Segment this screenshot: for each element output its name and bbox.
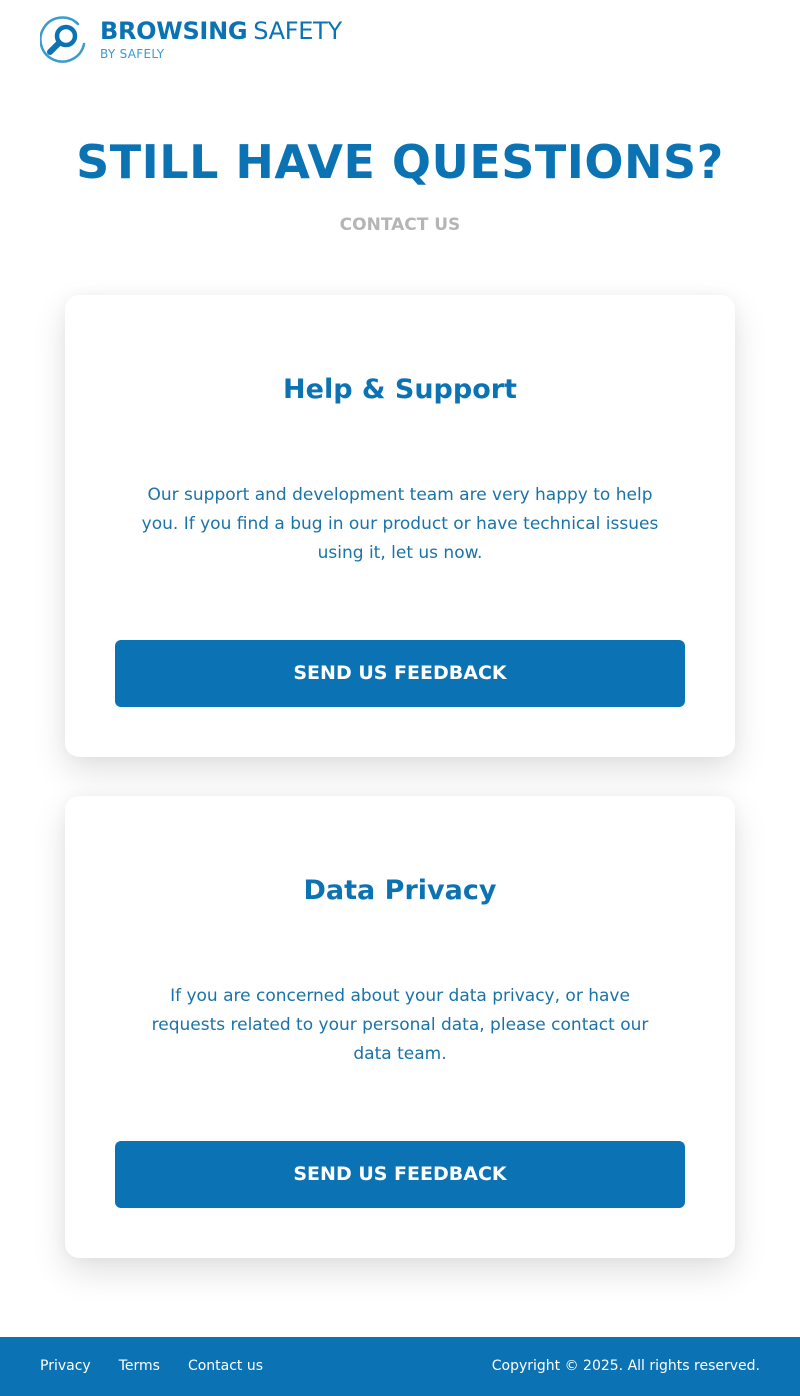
data-privacy-card: Data Privacy If you are concerned about … xyxy=(65,796,735,1258)
logo-subtitle: BY SAFELY xyxy=(100,47,165,61)
brand-logo[interactable]: BROWSING SAFETY BY SAFELY xyxy=(40,14,342,64)
logo-title-light: SAFETY xyxy=(253,17,342,45)
logo-title: BROWSING SAFETY xyxy=(100,16,342,46)
send-feedback-button[interactable]: SEND US FEEDBACK xyxy=(115,640,685,707)
card-description: If you are concerned about your data pri… xyxy=(151,986,649,1064)
footer-link-privacy[interactable]: Privacy xyxy=(40,1337,91,1396)
magnifier-icon xyxy=(40,16,86,63)
help-support-card: Help & Support Our support and developme… xyxy=(65,295,735,757)
card-description: Our support and development team are ver… xyxy=(141,485,659,563)
footer: Privacy Terms Contact us Copyright © 202… xyxy=(0,1337,800,1396)
footer-link-contact[interactable]: Contact us xyxy=(188,1337,263,1396)
card-title: Help & Support xyxy=(283,374,517,405)
footer-nav: Privacy Terms Contact us xyxy=(40,1337,291,1396)
contact-page: BROWSING SAFETY BY SAFELY STILL HAVE QUES… xyxy=(0,0,800,1396)
footer-link-terms[interactable]: Terms xyxy=(119,1337,160,1396)
page-title: STILL HAVE QUESTIONS? xyxy=(76,135,724,189)
logo-title-strong: BROWSING xyxy=(100,17,248,45)
logo-text: BROWSING SAFETY BY SAFELY xyxy=(100,14,342,62)
send-feedback-button[interactable]: SEND US FEEDBACK xyxy=(115,1141,685,1208)
page-subtitle: CONTACT US xyxy=(339,215,461,235)
copyright-text: Copyright © 2025. All rights reserved. xyxy=(491,1358,760,1374)
card-title: Data Privacy xyxy=(303,875,497,906)
